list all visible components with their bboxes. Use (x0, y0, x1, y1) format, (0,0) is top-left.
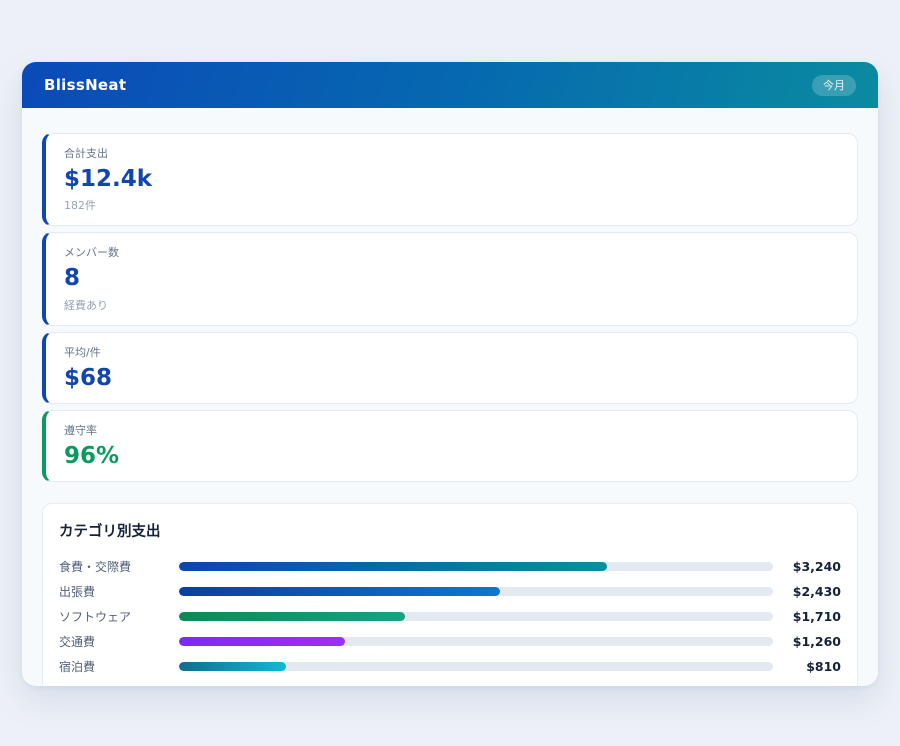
category-label: ソフトウェア (59, 608, 179, 625)
stat-sub: 経費あり (64, 297, 839, 313)
stat-value: $68 (64, 366, 839, 391)
app-header: BlissNeat 今月 (22, 62, 878, 108)
category-bar-track (179, 587, 773, 596)
stat-label: 遵守率 (64, 422, 839, 438)
category-rows: 食費・交際費 $3,240 出張費 $2,430 ソフトウェア $1,710 交… (59, 554, 841, 679)
stat-card: 合計支出 $12.4k 182件 (42, 133, 858, 226)
stat-label: メンバー数 (64, 244, 839, 260)
category-bar-fill (179, 637, 345, 646)
stat-sub: 182件 (64, 197, 839, 213)
dashboard-content: 合計支出 $12.4k 182件 メンバー数 8 経費あり 平均/件 $68 遵… (22, 108, 878, 686)
stat-label: 平均/件 (64, 344, 839, 360)
category-label: 出張費 (59, 583, 179, 600)
category-amount: $3,240 (773, 559, 841, 574)
category-amount: $1,710 (773, 609, 841, 624)
stat-value: 96% (64, 444, 839, 469)
category-label: 宿泊費 (59, 658, 179, 675)
stat-value: 8 (64, 266, 839, 291)
category-row: 宿泊費 $810 (59, 654, 841, 679)
period-badge[interactable]: 今月 (812, 75, 856, 96)
category-spend-card: カテゴリ別支出 食費・交際費 $3,240 出張費 $2,430 ソフトウェア … (42, 503, 858, 686)
category-bar-fill (179, 587, 500, 596)
category-amount: $810 (773, 659, 841, 674)
category-bar-fill (179, 562, 607, 571)
stat-card: 遵守率 96% (42, 410, 858, 482)
stat-card: メンバー数 8 経費あり (42, 232, 858, 325)
category-section-title: カテゴリ別支出 (59, 520, 841, 541)
category-bar-track (179, 612, 773, 621)
category-label: 交通費 (59, 633, 179, 650)
category-row: 食費・交際費 $3,240 (59, 554, 841, 579)
app-title: BlissNeat (44, 76, 126, 94)
category-bar-track (179, 562, 773, 571)
category-row: ソフトウェア $1,710 (59, 604, 841, 629)
category-amount: $2,430 (773, 584, 841, 599)
category-amount: $1,260 (773, 634, 841, 649)
category-row: 交通費 $1,260 (59, 629, 841, 654)
dashboard-panel: BlissNeat 今月 合計支出 $12.4k 182件 メンバー数 8 経費… (22, 62, 878, 686)
category-label: 食費・交際費 (59, 558, 179, 575)
stat-value: $12.4k (64, 167, 839, 192)
stats-list: 合計支出 $12.4k 182件 メンバー数 8 経費あり 平均/件 $68 遵… (42, 133, 858, 482)
category-bar-fill (179, 612, 405, 621)
category-bar-track (179, 637, 773, 646)
stat-card: 平均/件 $68 (42, 332, 858, 404)
category-row: 出張費 $2,430 (59, 579, 841, 604)
stat-label: 合計支出 (64, 145, 839, 161)
category-bar-fill (179, 662, 286, 671)
category-bar-track (179, 662, 773, 671)
